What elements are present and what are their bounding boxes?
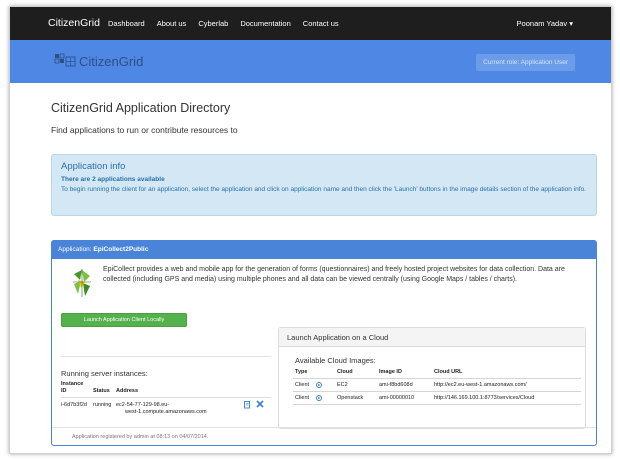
panel-heading-prefix: Application: [58,246,92,253]
application-description: EpiCollect provides a web and mobile app… [103,266,565,283]
copy-icon[interactable] [244,401,251,409]
instance-address: ec2-54-77-129-98.eu- west-1.compute.amaz… [116,402,207,416]
nav-link-documentation[interactable]: Documentation [240,19,290,28]
nav-link-dashboard[interactable]: Dashboard [108,19,145,28]
table-divider [293,404,581,405]
table-divider [293,378,581,379]
col-header-cloud-url: Cloud URL [434,369,463,375]
nav-link-contact-us[interactable]: Contact us [303,19,339,28]
col-header-type: Type [295,369,308,375]
instance-address-line-2: west-1.compute.amazonaws.com [125,409,207,415]
user-menu[interactable]: Poonam Yadav ▾ [517,19,573,28]
col-header-address: Address [116,388,139,394]
role-badge: Current role: Application User [476,54,575,71]
col-header-id: ID [61,388,67,394]
chevron-down-icon: ▾ [569,19,573,28]
page-title: CitizenGrid Application Directory [51,101,231,115]
info-title: Application info [61,161,126,172]
image-type: Client [295,382,310,388]
user-name: Poonam Yadav [516,19,568,28]
available-images-title: Available Cloud Images: [295,356,376,365]
nav-link-about-us[interactable]: About us [157,19,187,28]
top-navbar: CitizenGrid Dashboard About us Cyberlab … [10,7,611,40]
table-divider [61,397,271,398]
info-count: There are 2 applications available [61,176,165,183]
divider [52,427,596,428]
panel-heading[interactable]: Application: EpiCollect2Public [52,241,596,259]
image-cloud-url: http://146.169.100.1:8773/services/Cloud [434,395,535,401]
image-id: ami-00000010 [379,395,415,401]
cloud-launch-box: Launch Application on a Cloud Available … [278,327,586,429]
cloud-heading: Launch Application on a Cloud [279,328,585,347]
image-cloud-url: http://ec2.eu-west-1.amazonaws.com/ [434,382,527,388]
site-header: CitizenGrid Current role: Application Us… [10,40,611,83]
launch-locally-button[interactable]: Launch Application Client Locally [61,313,187,327]
image-type: Client [295,395,310,401]
instance-id: i-6d7b3f2d [61,402,87,408]
registration-footer: Application registered by admin at 08:13… [72,434,209,440]
instance-address-line-1: ec2-54-77-129-98.eu- [116,402,170,408]
table-divider [293,391,581,392]
epicollect-app-icon [72,268,92,298]
col-header-image-id: Image ID [379,369,402,375]
launch-icon[interactable] [316,395,322,401]
image-id: ami-f8bd608d [379,382,413,388]
nav-links: Dashboard About us Cyberlab Documentatio… [108,19,339,28]
page-subtitle: Find applications to run or contribute r… [51,125,238,135]
browser-frame: CitizenGrid Dashboard About us Cyberlab … [9,6,612,454]
navbar-brand[interactable]: CitizenGrid [48,17,100,29]
application-name[interactable]: EpiCollect2Public [93,246,148,253]
logo-text[interactable]: CitizenGrid [79,54,143,69]
col-header-status: Status [93,388,110,394]
instance-status: running [93,402,112,408]
application-panel: Application: EpiCollect2Public EpiCollec… [51,240,597,446]
info-instructions: To begin running the client for an appli… [61,186,586,193]
close-icon[interactable] [256,400,264,408]
image-cloud: EC2 [337,382,348,388]
col-header-instance-id: Instance ID [61,381,83,395]
application-info-box: Application info There are 2 application… [51,154,597,216]
divider [61,356,271,357]
nav-link-cyberlab[interactable]: Cyberlab [198,19,228,28]
grid-logo-icon [54,53,76,67]
image-cloud: Openstack [337,395,364,401]
launch-icon[interactable] [316,382,322,388]
running-instances-title: Running server instances: [61,369,148,378]
col-header-instance: Instance [61,381,84,387]
col-header-cloud: Cloud [337,369,353,375]
